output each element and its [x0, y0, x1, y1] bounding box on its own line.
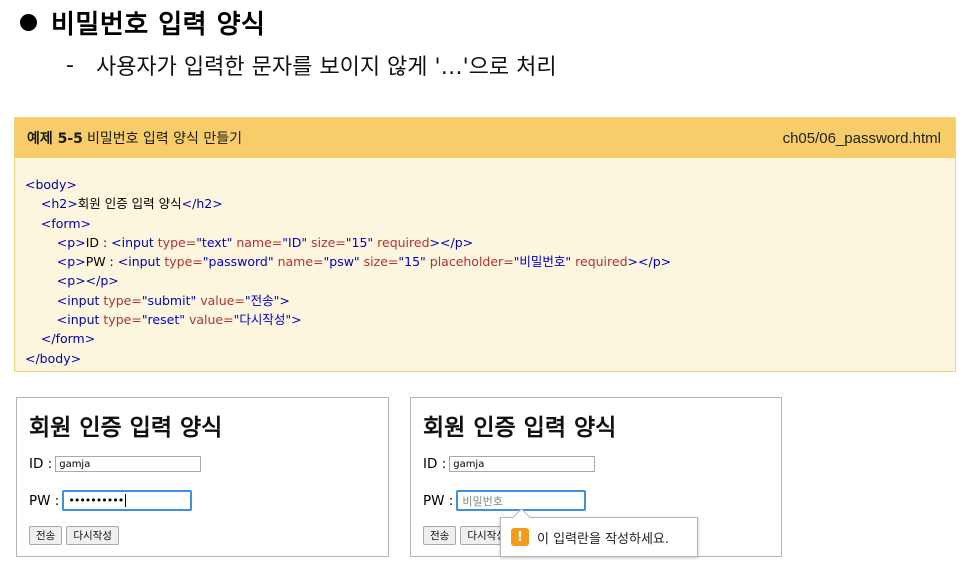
code-listing: <body> <h2>회원 인증 입력 양식</h2> <form> <p>ID… [25, 177, 672, 366]
form-title: 회원 인증 입력 양식 [423, 415, 617, 441]
pw-label: PW : [423, 492, 454, 509]
id-row: ID : gamja [29, 456, 202, 472]
browser-pane-left: 회원 인증 입력 양식 ID : gamja PW : •••••••••• 전… [16, 397, 389, 557]
id-input-value: gamja [453, 458, 485, 470]
reset-button[interactable]: 다시작성 [66, 526, 119, 545]
heading-text: 비밀번호 입력 양식 [51, 9, 266, 40]
password-placeholder: 비밀번호 [462, 494, 503, 508]
password-input[interactable]: •••••••••• [62, 490, 193, 511]
submit-button[interactable]: 전송 [423, 526, 457, 545]
pw-label: PW : [29, 492, 60, 509]
tooltip-message: 이 입력란을 작성하세요. [537, 531, 669, 547]
example-header: 예제 5-5 비밀번호 입력 양식 만들기 ch05/06_password.ht… [15, 118, 955, 158]
password-mask: •••••••••• [68, 494, 124, 507]
button-row: 전송 다시작성 [29, 526, 123, 545]
slide-subtext: - 사용자가 입력한 문자를 보이지 않게 '…'으로 처리 [66, 48, 557, 82]
example-filename: ch05/06_password.html [782, 129, 941, 147]
pw-row: PW : •••••••••• [29, 490, 193, 511]
id-row: ID : gamja [423, 456, 596, 472]
text-caret [125, 494, 127, 507]
subtext: 사용자가 입력한 문자를 보이지 않게 '…'으로 처리 [95, 55, 557, 80]
validation-tooltip: ! 이 입력란을 작성하세요. [500, 508, 698, 557]
bullet-icon [20, 13, 37, 31]
id-label: ID : [29, 456, 53, 472]
id-input-value: gamja [59, 458, 91, 470]
example-title: 비밀번호 입력 양식 만들기 [86, 131, 242, 147]
pw-row: PW : 비밀번호 [423, 490, 587, 511]
dash: - [66, 52, 74, 78]
id-input[interactable]: gamja [55, 456, 202, 472]
submit-button[interactable]: 전송 [29, 526, 63, 545]
example-number: 예제 5-5 [27, 131, 83, 147]
slide-heading: 비밀번호 입력 양식 [20, 4, 265, 40]
warning-icon: ! [511, 528, 529, 546]
example-box: 예제 5-5 비밀번호 입력 양식 만들기 ch05/06_password.ht… [14, 117, 956, 372]
id-input[interactable]: gamja [449, 456, 596, 472]
id-label: ID : [423, 456, 447, 472]
example-label: 예제 5-5 비밀번호 입력 양식 만들기 [27, 128, 242, 148]
form-title: 회원 인증 입력 양식 [29, 415, 223, 441]
